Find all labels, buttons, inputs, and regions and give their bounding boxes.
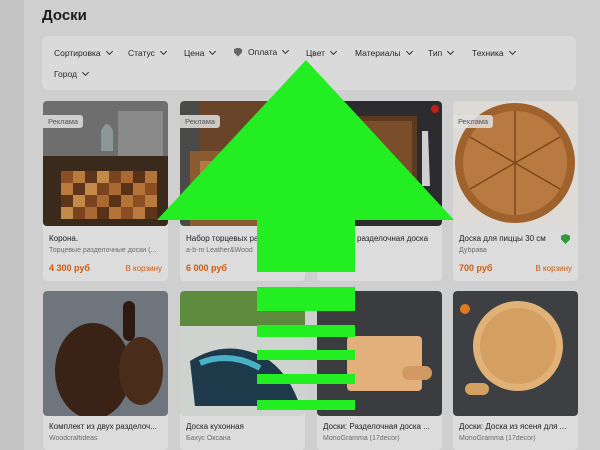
chevron-down-icon	[209, 47, 217, 56]
page-title: Доски	[42, 7, 87, 24]
product-image[interactable]: Реклама	[43, 101, 168, 226]
product-title[interactable]: Набор торцевых ра	[186, 234, 299, 243]
chevron-down-icon	[105, 47, 113, 56]
product-seller[interactable]: Woodcraftideas	[49, 435, 162, 442]
filter-materials-label: Материалы	[355, 48, 401, 58]
chevron-down-icon	[330, 47, 338, 56]
product-card[interactable]: Доска кухонная Бахус Оксана	[180, 291, 305, 450]
product-image[interactable]	[43, 291, 168, 416]
product-photo-cutting-board-knife	[317, 101, 442, 226]
product-title[interactable]: Доски: Доска из ясеня для ...	[459, 422, 572, 431]
product-photo-two-boards	[43, 291, 168, 416]
filter-payment[interactable]: Оплата	[234, 46, 290, 57]
product-image[interactable]	[453, 291, 578, 416]
shield-icon	[234, 47, 242, 57]
filter-sort-label: Сортировка	[54, 48, 101, 58]
product-seller[interactable]: MonoGramma (17decor)	[323, 435, 436, 442]
product-card[interactable]: разделочная доска	[317, 101, 442, 281]
product-card[interactable]: Реклама Доска для пиццы 30 см Дубрава 70…	[453, 101, 578, 281]
product-title[interactable]: Доски: Разделочная доска ...	[323, 422, 436, 431]
product-card[interactable]: Реклама Набор торцевых ра a-b-m Leather&…	[180, 101, 305, 281]
left-sidebar-strip	[0, 0, 24, 450]
product-seller[interactable]: Торцевые разделочные доски (...	[49, 247, 162, 254]
product-seller[interactable]: a-b-m Leather&Wood	[186, 247, 299, 254]
product-price: 4 300 руб	[49, 263, 90, 273]
product-seller[interactable]: Бахус Оксана	[186, 435, 299, 442]
product-title[interactable]: Комплект из двух разделоч...	[49, 422, 162, 431]
product-title[interactable]: Доска для пиццы 30 см	[459, 234, 572, 243]
product-seller[interactable]: Дубрава	[459, 247, 572, 254]
product-image[interactable]: Реклама	[453, 101, 578, 226]
chevron-down-icon	[81, 68, 90, 77]
product-photo-handle-board	[317, 291, 442, 416]
product-image[interactable]	[317, 101, 442, 226]
filter-materials[interactable]: Материалы	[355, 47, 413, 58]
ad-badge: Реклама	[180, 115, 221, 128]
add-to-cart-link[interactable]: В корзину	[535, 264, 572, 273]
filter-price-label: Цена	[184, 48, 205, 58]
product-image[interactable]	[317, 291, 442, 416]
chevron-down-icon	[159, 47, 167, 56]
filter-status-label: Статус	[128, 48, 155, 58]
filter-sort[interactable]: Сортировка	[54, 47, 113, 58]
ad-badge: Реклама	[43, 115, 84, 128]
product-card[interactable]: Доски: Разделочная доска ... MonoGramma …	[317, 291, 442, 450]
product-price: 6 000 руб	[186, 263, 227, 273]
product-title[interactable]: Корона.	[49, 234, 162, 243]
chevron-down-icon	[405, 47, 413, 56]
product-image[interactable]: Реклама	[180, 101, 305, 226]
filter-payment-label: Оплата	[248, 47, 278, 57]
chevron-down-icon	[508, 47, 516, 56]
filter-status[interactable]: Статус	[128, 47, 167, 58]
product-seller[interactable]: MonoGramma (17decor)	[459, 435, 572, 442]
filter-technique-label: Техника	[472, 48, 504, 58]
filter-technique[interactable]: Техника	[472, 47, 516, 58]
add-to-cart-link[interactable]: В корзину	[125, 264, 162, 273]
filter-color[interactable]: Цвет	[306, 47, 338, 58]
product-card[interactable]: Реклама Корона. Торцевые разделочные дос…	[43, 101, 168, 281]
product-price: 700 руб	[459, 263, 493, 273]
product-title[interactable]: Доска кухонная	[186, 422, 299, 431]
product-title[interactable]: разделочная доска	[357, 234, 437, 243]
filter-type-label: Тип	[428, 48, 443, 58]
filter-city[interactable]: Город	[54, 68, 90, 79]
product-card[interactable]: Комплект из двух разделоч... Woodcraftid…	[43, 291, 168, 450]
product-photo-epoxy-board	[180, 291, 305, 416]
product-card[interactable]: Доски: Доска из ясеня для ... MonoGramma…	[453, 291, 578, 450]
catalog-main: Доски Сортировка Статус Цена Оплата Цвет…	[28, 0, 600, 450]
product-photo-ash-round-board	[453, 291, 578, 416]
chevron-down-icon	[447, 47, 455, 56]
filter-city-label: Город	[54, 69, 77, 79]
filter-color-label: Цвет	[306, 48, 326, 58]
filter-price[interactable]: Цена	[184, 47, 217, 58]
chevron-down-icon	[282, 46, 290, 55]
ad-badge: Реклама	[453, 115, 494, 128]
product-image[interactable]	[180, 291, 305, 416]
filter-type[interactable]: Тип	[428, 47, 455, 58]
filter-bar: Сортировка Статус Цена Оплата Цвет Матер…	[42, 36, 576, 90]
